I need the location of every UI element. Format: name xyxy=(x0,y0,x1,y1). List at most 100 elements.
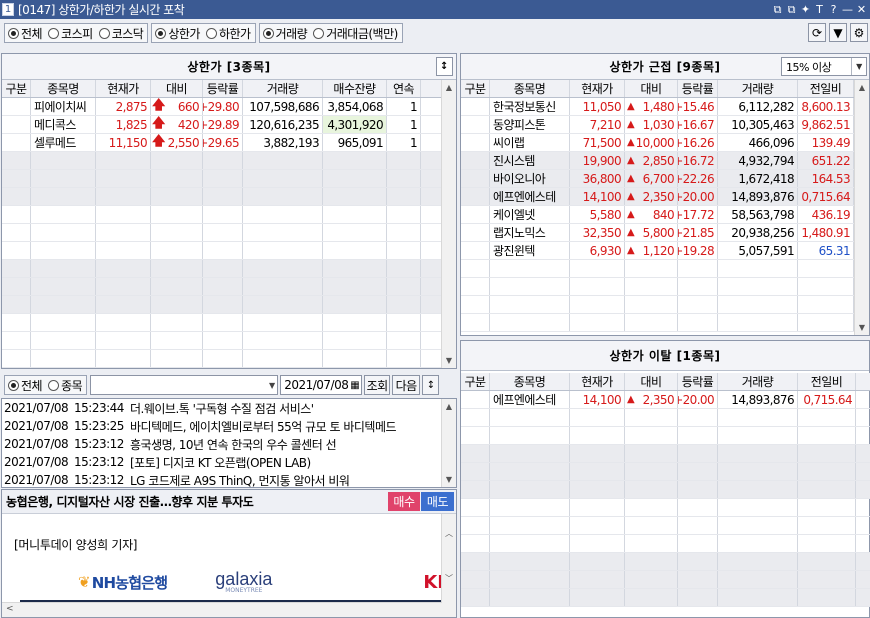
article-scrollbar[interactable]: ︿ ﹀ xyxy=(441,514,456,617)
table-row[interactable] xyxy=(2,296,441,314)
radio-limit-1-dot[interactable] xyxy=(205,27,217,39)
news-item[interactable]: 2021/07/08 15:23:25 바디텍메드, 에이치엘비로부터 55억 규모… xyxy=(4,417,440,435)
table-row[interactable] xyxy=(2,350,441,368)
table-row[interactable]: 피에이치씨2,875🡅 660+29.80107,598,6863,854,068… xyxy=(2,98,441,116)
settings-button[interactable]: ⚙ xyxy=(850,23,868,42)
table-row[interactable] xyxy=(461,553,870,571)
radio-limit-0[interactable]: 상한가 xyxy=(155,25,200,42)
table-row[interactable]: 광진윈텍6,930▲ 1,120+19.285,057,59165.31 xyxy=(461,242,854,260)
scroll-down-icon[interactable]: ▼ xyxy=(442,472,456,487)
news-item[interactable]: 2021/07/08 15:23:12 [포토] 디지코 KT 오픈랩(OPEN L… xyxy=(4,453,440,471)
close-icon[interactable]: ✕ xyxy=(855,3,868,16)
radio-measure-0[interactable]: 거래량 xyxy=(262,25,308,42)
query-button[interactable]: 조회 xyxy=(364,375,391,395)
scroll-down-icon[interactable]: ﹀ xyxy=(442,571,456,586)
radio-market-2-dot[interactable] xyxy=(98,27,110,39)
scroll-left-icon[interactable]: < xyxy=(6,604,14,614)
table-row[interactable]: 메디콕스1,825🡅 420+29.89120,616,2354,301,9201 xyxy=(2,116,441,134)
stock-combo[interactable]: ▼ xyxy=(90,375,279,395)
restore-icon[interactable]: ⧉ xyxy=(771,3,784,17)
radio-measure-1-dot[interactable] xyxy=(313,27,325,39)
radio-limit-1[interactable]: 하한가 xyxy=(205,25,251,42)
table-row[interactable] xyxy=(461,445,870,463)
table-row[interactable] xyxy=(461,409,870,427)
table-row[interactable] xyxy=(2,332,441,350)
radio-market-0[interactable]: 전체 xyxy=(8,25,43,42)
chevron-down-icon[interactable]: ▼ xyxy=(851,58,866,75)
table-row[interactable] xyxy=(2,152,441,170)
table-row[interactable] xyxy=(461,499,870,517)
table-row[interactable] xyxy=(461,314,854,332)
table-row[interactable] xyxy=(2,278,441,296)
table-row[interactable] xyxy=(2,260,441,278)
table-row[interactable]: 에프엔에스테14,100▲ 2,350+20.0014,893,8760,715.… xyxy=(461,391,870,409)
scroll-down-icon[interactable]: ▼ xyxy=(442,353,456,368)
buy-button[interactable]: 매수 xyxy=(388,492,420,511)
radio-market-1-dot[interactable] xyxy=(48,27,60,39)
table-row[interactable]: 랩지노믹스32,350▲ 5,800+21.8520,938,2561,480.9… xyxy=(461,224,854,242)
refresh-button[interactable]: ⟳ xyxy=(808,23,826,42)
pin-icon[interactable]: ✦ xyxy=(799,3,812,16)
table-row[interactable] xyxy=(461,296,854,314)
date-field[interactable]: 2021/07/08 ▦ xyxy=(280,375,363,395)
table-row[interactable] xyxy=(2,242,441,260)
dropdown-button[interactable]: ▼ xyxy=(829,23,847,42)
sell-button[interactable]: 매도 xyxy=(421,492,454,511)
help-icon[interactable]: ? xyxy=(827,3,840,16)
radio-measure-0-dot[interactable] xyxy=(262,27,274,39)
table-row[interactable]: 씨이랩71,500▲10,000+16.26466,096139.49 xyxy=(461,134,854,152)
threshold-select[interactable]: 15% 이상 ▼ xyxy=(781,57,867,76)
table-row[interactable]: 동양피스톤7,210▲ 1,030+16.6710,305,4639,862.51 xyxy=(461,116,854,134)
table-row[interactable] xyxy=(2,188,441,206)
radio-market-1[interactable]: 코스피 xyxy=(48,25,93,42)
article-hscroll[interactable]: < xyxy=(2,602,442,617)
table-row[interactable] xyxy=(2,314,441,332)
near-scrollbar[interactable]: ▲ ▼ xyxy=(854,80,869,335)
table-row[interactable]: 에프엔에스테14,100▲ 2,350+20.0014,893,8760,715.… xyxy=(461,188,854,206)
radio-item-dot[interactable] xyxy=(48,379,60,391)
table-row[interactable] xyxy=(461,571,870,589)
table-row[interactable] xyxy=(461,535,870,553)
radio-market-0-dot[interactable] xyxy=(8,27,19,39)
scroll-down-icon[interactable]: ▼ xyxy=(855,320,869,335)
table-row[interactable]: 한국정보통신11,050▲ 1,480+15.466,112,2828,600.1… xyxy=(461,98,854,116)
table-row[interactable]: 케이엘넷5,580▲ 840+17.7258,563,798436.19 xyxy=(461,206,854,224)
table-row[interactable] xyxy=(461,481,870,499)
table-row[interactable]: 바이오니아36,800▲ 6,700+22.261,672,418164.53 xyxy=(461,170,854,188)
radio-all[interactable]: 전체 xyxy=(8,377,43,394)
table-row[interactable] xyxy=(2,170,441,188)
news-item[interactable]: 2021/07/08 15:23:44 더.웨이브.톡 '구독형 수질 점검 서비스… xyxy=(4,399,440,417)
stock-name xyxy=(490,553,570,570)
news-sort-button[interactable]: ↕ xyxy=(422,375,440,395)
upper-scrollbar[interactable]: ▲ ▼ xyxy=(441,80,456,368)
copy-icon[interactable]: ⧉ xyxy=(785,3,798,17)
table-row[interactable] xyxy=(461,427,870,445)
news-item[interactable]: 2021/07/08 15:23:12 LG 코드제로 A9S ThinQ, 먼지통… xyxy=(4,471,440,487)
chevron-down-icon[interactable]: ▼ xyxy=(269,381,275,390)
radio-measure-1[interactable]: 거래대금(백만) xyxy=(313,25,398,42)
news-item[interactable]: 2021/07/08 15:23:12 흥국생명, 10년 연속 한국의 우수 콜센… xyxy=(4,435,440,453)
table-row[interactable]: 진시스템19,900▲ 2,850+16.724,932,794651.22 xyxy=(461,152,854,170)
scroll-up-icon[interactable]: ▲ xyxy=(442,80,456,95)
scroll-up-icon[interactable]: ▲ xyxy=(855,80,869,95)
table-row[interactable]: 셀루메드11,150🡅2,550+29.653,882,193965,0911 xyxy=(2,134,441,152)
scroll-up-icon[interactable]: ▲ xyxy=(442,399,456,414)
scroll-up-icon[interactable]: ︿ xyxy=(442,526,456,541)
radio-item[interactable]: 종목 xyxy=(48,377,83,394)
radio-market-2[interactable]: 코스닥 xyxy=(98,25,144,42)
next-button[interactable]: 다음 xyxy=(392,375,421,395)
table-row[interactable] xyxy=(2,206,441,224)
table-row[interactable] xyxy=(2,224,441,242)
table-row[interactable] xyxy=(461,260,854,278)
news-scrollbar[interactable]: ▲ ▼ xyxy=(441,399,456,487)
table-row[interactable] xyxy=(461,463,870,481)
table-row[interactable] xyxy=(461,517,870,535)
calendar-icon[interactable]: ▦ xyxy=(350,380,359,391)
text-icon[interactable]: T xyxy=(813,3,826,16)
table-row[interactable] xyxy=(461,589,870,607)
radio-all-dot[interactable] xyxy=(8,379,19,391)
minimize-icon[interactable]: — xyxy=(841,3,854,16)
sort-button[interactable]: ↕ xyxy=(436,57,453,76)
radio-limit-0-dot[interactable] xyxy=(155,27,167,39)
table-row[interactable] xyxy=(461,278,854,296)
